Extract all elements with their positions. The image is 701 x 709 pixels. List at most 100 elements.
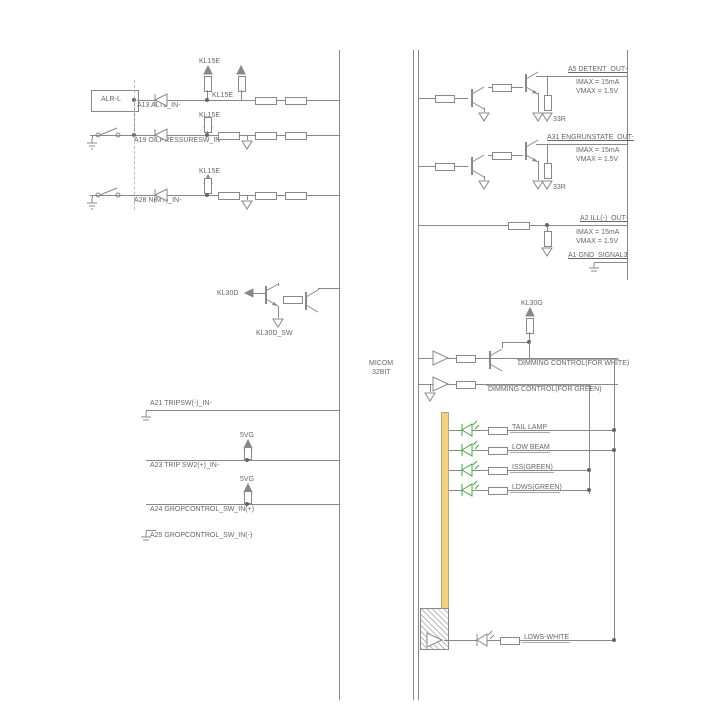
wire: [538, 161, 539, 180]
wire: [547, 144, 548, 163]
resistor: [492, 84, 512, 92]
node: [612, 448, 616, 452]
a31-p1: IMAX = 15mA: [576, 147, 619, 155]
opamp-icon: [432, 376, 450, 392]
kl15e-top: KL15E: [199, 58, 220, 66]
wire: [484, 176, 485, 180]
a23-label: A23 TRIP SW2(+)_IN-: [150, 462, 219, 470]
ground-icon: [86, 138, 98, 150]
resistor: [255, 192, 277, 200]
a2-label: A2 ILL(-)_OUT-: [580, 215, 628, 223]
a21-label: A21 TRIPSW(-)_IN-: [150, 400, 212, 408]
5vg-2: 5VG: [240, 476, 254, 484]
resistor: [218, 192, 240, 200]
resistor: [492, 152, 512, 160]
node: [205, 133, 209, 137]
underline: [517, 359, 619, 360]
right-rail: [627, 50, 628, 280]
resistor: [285, 132, 307, 140]
wire: [92, 135, 93, 138]
wire: [538, 93, 539, 112]
ground-tri-icon: [424, 392, 436, 402]
a5-p1: IMAX = 15mA: [576, 79, 619, 87]
arrow-up-icon: [236, 66, 246, 76]
ground-tri-icon: [541, 180, 553, 190]
ground-tri-icon: [241, 200, 253, 210]
transistor-icon: [522, 70, 544, 96]
resistor: [204, 76, 212, 92]
wire: [529, 342, 530, 358]
diode-icon: [153, 187, 173, 203]
ground-tri-icon: [541, 247, 553, 257]
wire: [318, 288, 339, 289]
resistor: [255, 97, 277, 105]
wire-a23: [146, 460, 339, 461]
node: [245, 502, 249, 506]
micom-label-1: MICOM: [369, 360, 393, 368]
right-panel-left-rail: [418, 50, 419, 700]
led-icon: [460, 462, 478, 478]
tail-label: TAIL LAMP: [512, 424, 547, 432]
resistor: [218, 132, 240, 140]
resistor: [488, 467, 508, 475]
wire: [146, 410, 147, 412]
a5-p2: VMAX = 1.5V: [576, 88, 618, 96]
ground-icon: [140, 412, 152, 424]
a5-label: A5 DETENT_OUT-: [568, 66, 627, 74]
wire: [502, 342, 529, 343]
led-bar-yellow: [441, 412, 449, 610]
resistor: [508, 222, 530, 230]
node: [612, 428, 616, 432]
resistor: [283, 296, 303, 304]
wire: [430, 384, 431, 392]
transistor-icon: [468, 153, 490, 179]
resistor: [488, 447, 508, 455]
switch-icon: [95, 187, 125, 199]
micom-label-2: 32BIT: [372, 369, 391, 377]
resistor: [285, 97, 307, 105]
wire: [547, 76, 548, 95]
wire: [247, 195, 248, 200]
kl30d-sw-label: KL30D_SW: [256, 330, 293, 338]
a31-label: A31 ENGRUNSTATE_OUT-: [547, 134, 634, 142]
resistor: [238, 76, 246, 92]
opamp-icon: [426, 632, 444, 648]
wire-a31: [536, 144, 627, 145]
wire-a24: [146, 504, 339, 505]
a25-label: A25 GROPCONTROL_SW_IN(-): [150, 532, 252, 540]
underline: [522, 642, 570, 643]
boundary: [134, 80, 135, 210]
led-icon: [460, 422, 478, 438]
wire-a21: [146, 410, 339, 411]
resistor: [456, 381, 476, 389]
resistor: [544, 163, 552, 179]
left-panel-right-rail: [339, 50, 340, 700]
resistor: [488, 487, 508, 495]
right-panel-left-rail-2: [413, 50, 414, 700]
transistor-icon: [262, 282, 284, 308]
transistor-icon: [522, 138, 544, 164]
resistor: [255, 132, 277, 140]
dim-white-bus: [614, 358, 615, 641]
kl30g-label: KL30G: [521, 300, 543, 308]
wire: [241, 90, 242, 100]
node: [205, 193, 209, 197]
resistor: [435, 95, 455, 103]
arrow-up-icon: [203, 66, 213, 76]
kl30d-label: KL30D: [217, 290, 238, 298]
wire: [278, 283, 279, 286]
resistor: [285, 192, 307, 200]
ground-tri-icon: [541, 112, 553, 122]
resistor: [488, 427, 508, 435]
node: [245, 458, 249, 462]
a31-p2: VMAX = 1.5V: [576, 156, 618, 164]
ground-icon: [86, 198, 98, 210]
a2-p2: VMAX = 1.5V: [576, 238, 618, 246]
resistor: [204, 178, 212, 194]
wire: [146, 530, 147, 532]
a2-p1: IMAX = 15mA: [576, 229, 619, 237]
node: [545, 223, 549, 227]
led-icon: [460, 442, 478, 458]
led-icon: [475, 632, 493, 648]
resistor: [544, 231, 552, 247]
